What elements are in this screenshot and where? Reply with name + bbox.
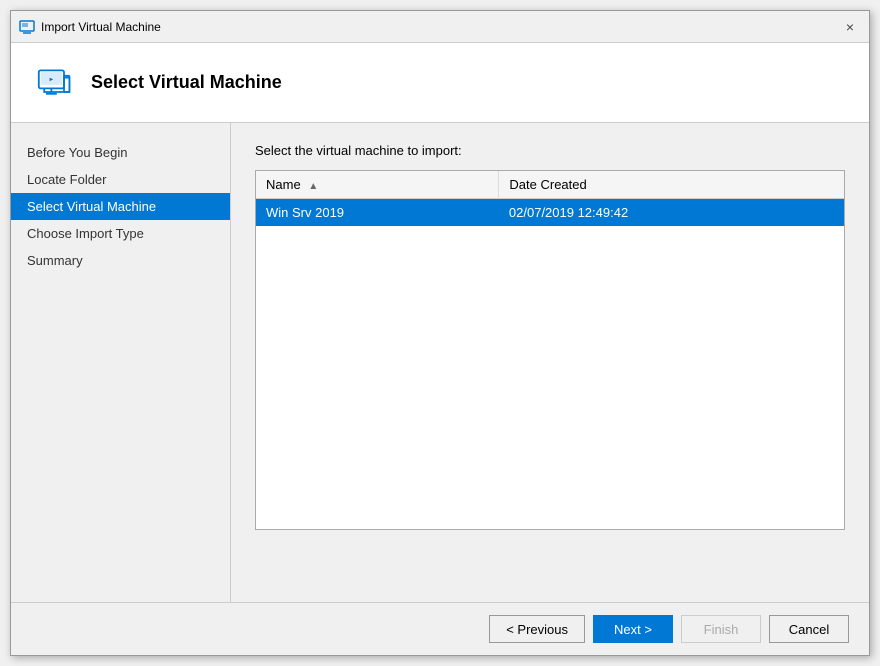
next-button[interactable]: Next >	[593, 615, 673, 643]
sidebar-item-select-virtual-machine[interactable]: Select Virtual Machine	[11, 193, 230, 220]
table-header-row: Name ▲ Date Created	[256, 171, 844, 199]
main-content: Select the virtual machine to import: Na…	[231, 123, 869, 602]
vm-table: Name ▲ Date Created Win Srv 2019 02/07/2…	[256, 171, 844, 226]
vm-table-container: Name ▲ Date Created Win Srv 2019 02/07/2…	[255, 170, 845, 530]
vm-date-cell: 02/07/2019 12:49:42	[499, 199, 844, 227]
sidebar-item-choose-import-type[interactable]: Choose Import Type	[11, 220, 230, 247]
sort-arrow-name: ▲	[308, 181, 318, 192]
close-button[interactable]: ×	[839, 16, 861, 38]
title-bar: Import Virtual Machine ×	[11, 11, 869, 43]
sidebar-item-locate-folder[interactable]: Locate Folder	[11, 166, 230, 193]
sidebar: Before You Begin Locate Folder Select Vi…	[11, 123, 231, 602]
dialog-header: Select Virtual Machine	[11, 43, 869, 123]
title-bar-left: Import Virtual Machine	[19, 19, 161, 35]
vm-name-cell: Win Srv 2019	[256, 199, 499, 227]
window-title: Import Virtual Machine	[41, 20, 161, 34]
sidebar-item-summary[interactable]: Summary	[11, 247, 230, 274]
column-header-name[interactable]: Name ▲	[256, 171, 499, 199]
table-row[interactable]: Win Srv 2019 02/07/2019 12:49:42	[256, 199, 844, 227]
finish-button[interactable]: Finish	[681, 615, 761, 643]
content-area: Before You Begin Locate Folder Select Vi…	[11, 123, 869, 602]
sidebar-item-before-you-begin[interactable]: Before You Begin	[11, 139, 230, 166]
header-vm-icon	[35, 63, 75, 103]
previous-button[interactable]: < Previous	[489, 615, 585, 643]
window-icon	[19, 19, 35, 35]
import-virtual-machine-dialog: Import Virtual Machine × Select Virtual …	[10, 10, 870, 656]
dialog-footer: < Previous Next > Finish Cancel	[11, 602, 869, 655]
column-header-date-created[interactable]: Date Created	[499, 171, 844, 199]
page-title: Select Virtual Machine	[91, 72, 282, 93]
instruction-text: Select the virtual machine to import:	[255, 143, 845, 158]
cancel-button[interactable]: Cancel	[769, 615, 849, 643]
